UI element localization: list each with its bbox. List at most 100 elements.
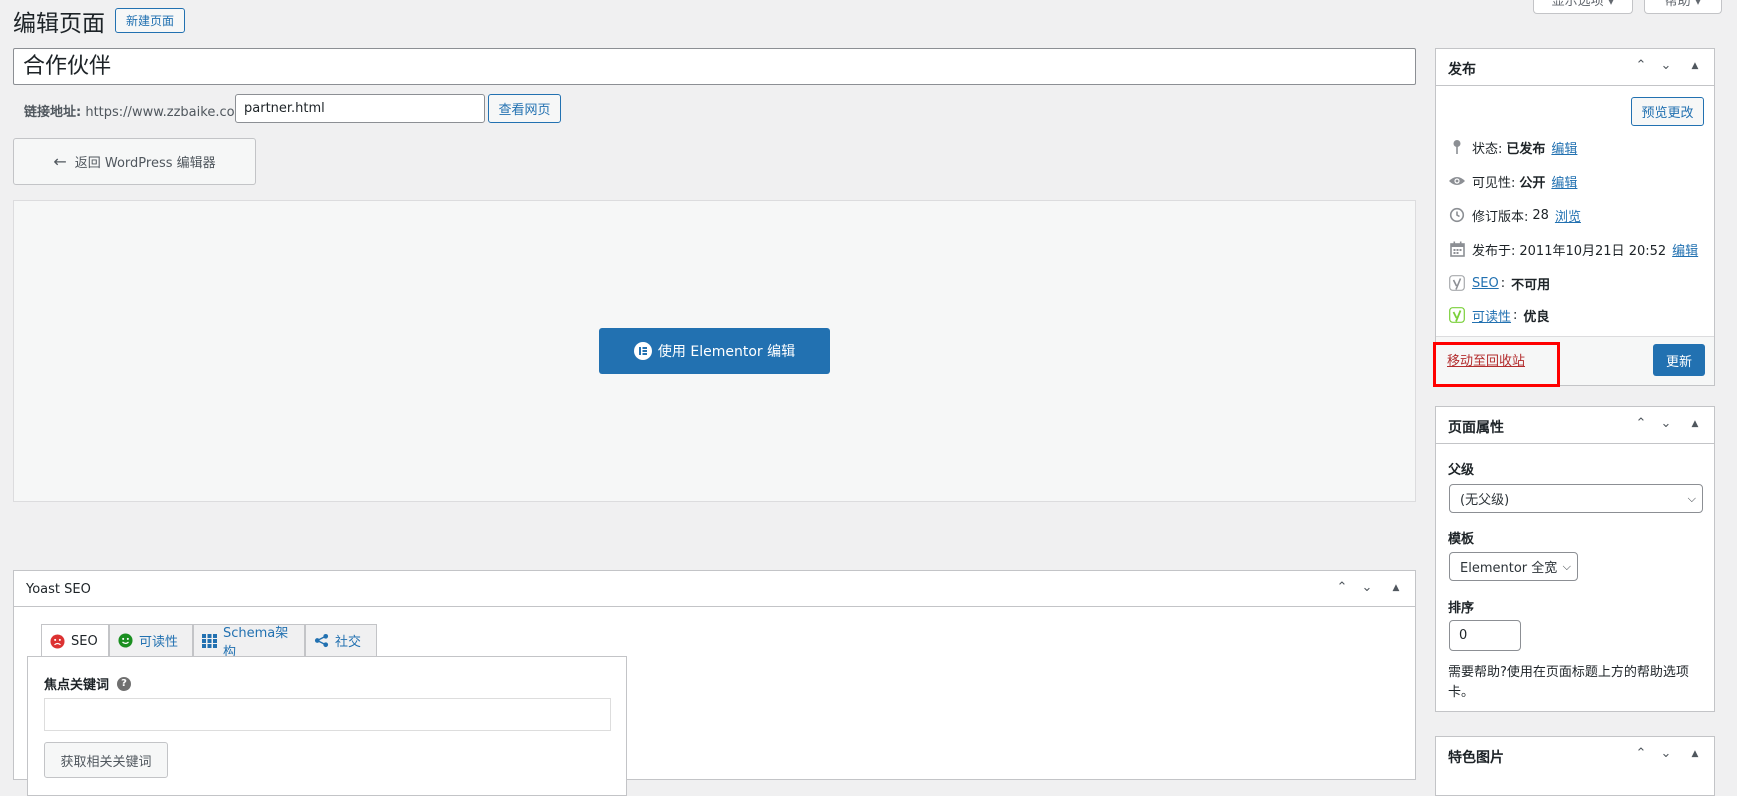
back-to-wp-editor-button[interactable]: ← 返回 WordPress 编辑器	[13, 138, 256, 185]
tab-social-label: 社交	[335, 635, 362, 650]
seo-score-row: SEO : 不可用	[1448, 272, 1556, 294]
featured-image-title: 特色图片	[1448, 750, 1504, 766]
order-input[interactable]: 0	[1449, 620, 1521, 651]
status-row: 状态: 已发布 编辑	[1448, 136, 1577, 158]
readability-colon: :	[1513, 307, 1518, 323]
status-value: 已发布	[1506, 141, 1546, 157]
grid-icon	[202, 633, 217, 648]
permalink-row: 链接地址: https://www.zzbaike.com/	[24, 101, 252, 120]
history-icon	[1448, 206, 1466, 224]
seo-link[interactable]: SEO	[1472, 276, 1499, 291]
seo-colon: :	[1500, 275, 1506, 291]
get-related-keyphrases-button[interactable]: 获取相关关键词	[44, 742, 168, 778]
page-attributes-title: 页面属性	[1448, 420, 1504, 436]
collapse-toggle-icon[interactable]: ▲	[1686, 57, 1704, 75]
parent-select[interactable]: (无父级) ⌵	[1449, 484, 1703, 513]
yoast-seo-icon	[1448, 274, 1466, 292]
tab-seo-label: SEO	[71, 633, 98, 649]
revisions-row: 修订版本: 28 浏览	[1448, 204, 1581, 226]
move-down-icon[interactable]: ⌄	[1657, 415, 1675, 433]
publish-title: 发布	[1448, 62, 1476, 78]
calendar-icon	[1448, 240, 1466, 258]
move-up-icon[interactable]: ⌃	[1632, 57, 1650, 75]
help-button[interactable]: 帮助 ▾	[1644, 0, 1722, 14]
featured-image-header: 特色图片 ⌃ ⌄ ▲	[1436, 737, 1714, 774]
edit-with-elementor-button[interactable]: 使用 Elementor 编辑	[599, 328, 830, 374]
elementor-icon	[633, 342, 652, 360]
screen-options-button[interactable]: 显示选项 ▾	[1533, 0, 1633, 14]
pin-icon	[1448, 138, 1466, 156]
collapse-toggle-icon[interactable]: ▲	[1686, 745, 1704, 763]
status-label: 状态:	[1472, 141, 1503, 157]
move-up-icon[interactable]: ⌃	[1632, 745, 1650, 763]
edit-with-elementor-label: 使用 Elementor 编辑	[657, 344, 796, 360]
move-down-icon[interactable]: ⌄	[1358, 579, 1376, 597]
template-select[interactable]: Elementor 全宽 ⌵	[1449, 552, 1578, 581]
add-new-page-button[interactable]: 新建页面	[115, 8, 185, 33]
tab-schema-label: Schema架构	[223, 625, 289, 660]
collapse-toggle-icon[interactable]: ▲	[1387, 579, 1405, 597]
screen-options-label: 显示选项 ▾	[1551, 0, 1615, 9]
revisions-value: 28	[1532, 207, 1549, 223]
template-select-value: Elementor 全宽	[1460, 561, 1558, 576]
tab-social[interactable]: 社交	[305, 624, 377, 656]
permalink-base: https://www.zzbaike.com/	[85, 105, 252, 120]
published-edit-link[interactable]: 编辑	[1672, 240, 1698, 259]
permalink-label: 链接地址:	[24, 105, 82, 120]
move-up-icon[interactable]: ⌃	[1632, 415, 1650, 433]
publish-metabox: 发布 ⌃ ⌄ ▲ 预览更改 状态: 已发布 编辑 可见性: 公开 编辑 修订版本…	[1435, 48, 1715, 386]
published-value: 2011年10月21日 20:52	[1519, 243, 1667, 259]
share-icon	[314, 633, 329, 648]
tab-seo[interactable]: SEO	[41, 624, 109, 657]
chevron-down-icon: ⌵	[1562, 559, 1571, 573]
preview-changes-button[interactable]: 预览更改	[1631, 97, 1704, 126]
yoast-seo-header: Yoast SEO ⌃ ⌄ ▲	[14, 571, 1415, 607]
chevron-down-icon: ⌵	[1687, 491, 1696, 505]
publish-header: 发布 ⌃ ⌄ ▲	[1436, 49, 1714, 86]
visibility-value: 公开	[1519, 175, 1546, 191]
featured-image-metabox: 特色图片 ⌃ ⌄ ▲	[1435, 736, 1715, 796]
page-attributes-header: 页面属性 ⌃ ⌄ ▲	[1436, 407, 1714, 444]
arrow-left-icon: ←	[53, 152, 67, 171]
view-page-button[interactable]: 查看网页	[488, 94, 561, 123]
page-attributes-help: 需要帮助?使用在页面标题上方的帮助选项卡。	[1448, 665, 1689, 700]
yoast-tab-content: 焦点关键词 ? 获取相关关键词	[27, 656, 627, 796]
page-title: 编辑页面	[13, 11, 105, 37]
page-attributes-metabox: 页面属性 ⌃ ⌄ ▲ 父级 (无父级) ⌵ 模板 Elementor 全宽 ⌵ …	[1435, 406, 1715, 712]
order-label: 排序	[1448, 601, 1475, 616]
sad-face-icon	[50, 633, 65, 649]
update-button[interactable]: 更新	[1653, 344, 1705, 376]
tab-schema[interactable]: Schema架构	[193, 624, 305, 660]
readability-score-row: 可读性 : 优良	[1448, 304, 1555, 326]
focus-keyword-input[interactable]	[44, 698, 611, 731]
parent-select-value: (无父级)	[1460, 493, 1510, 508]
focus-keyword-label-row: 焦点关键词 ?	[44, 674, 132, 693]
move-down-icon[interactable]: ⌄	[1657, 745, 1675, 763]
readability-value: 优良	[1523, 309, 1550, 325]
yoast-seo-title: Yoast SEO	[26, 582, 91, 597]
highlight-box	[1433, 342, 1560, 387]
visibility-label: 可见性:	[1472, 175, 1516, 191]
seo-value: 不可用	[1511, 277, 1551, 293]
help-icon[interactable]: ?	[117, 676, 132, 691]
revisions-label: 修订版本:	[1472, 209, 1529, 225]
yoast-seo-metabox: Yoast SEO ⌃ ⌄ ▲ SEO 可读性 Schema架构 社交 焦点关键…	[13, 570, 1416, 796]
parent-label: 父级	[1448, 463, 1475, 478]
back-to-wp-editor-label: 返回 WordPress 编辑器	[74, 156, 216, 171]
visibility-edit-link[interactable]: 编辑	[1551, 172, 1577, 191]
readability-link[interactable]: 可读性	[1472, 306, 1511, 325]
focus-keyword-label: 焦点关键词	[44, 678, 110, 693]
visibility-row: 可见性: 公开 编辑	[1448, 170, 1577, 192]
status-edit-link[interactable]: 编辑	[1551, 138, 1577, 157]
yoast-tabs: SEO 可读性 Schema架构 社交	[27, 624, 627, 660]
tab-readability-label: 可读性	[139, 635, 179, 650]
move-down-icon[interactable]: ⌄	[1657, 57, 1675, 75]
post-title-input[interactable]: 合作伙伴	[13, 48, 1416, 85]
published-date-row: 发布于: 2011年10月21日 20:52 编辑	[1448, 238, 1698, 260]
revisions-browse-link[interactable]: 浏览	[1555, 206, 1581, 225]
move-up-icon[interactable]: ⌃	[1333, 579, 1351, 597]
collapse-toggle-icon[interactable]: ▲	[1686, 415, 1704, 433]
slug-input[interactable]: partner.html	[235, 94, 485, 123]
tab-readability[interactable]: 可读性	[109, 624, 193, 656]
template-label: 模板	[1448, 532, 1475, 547]
